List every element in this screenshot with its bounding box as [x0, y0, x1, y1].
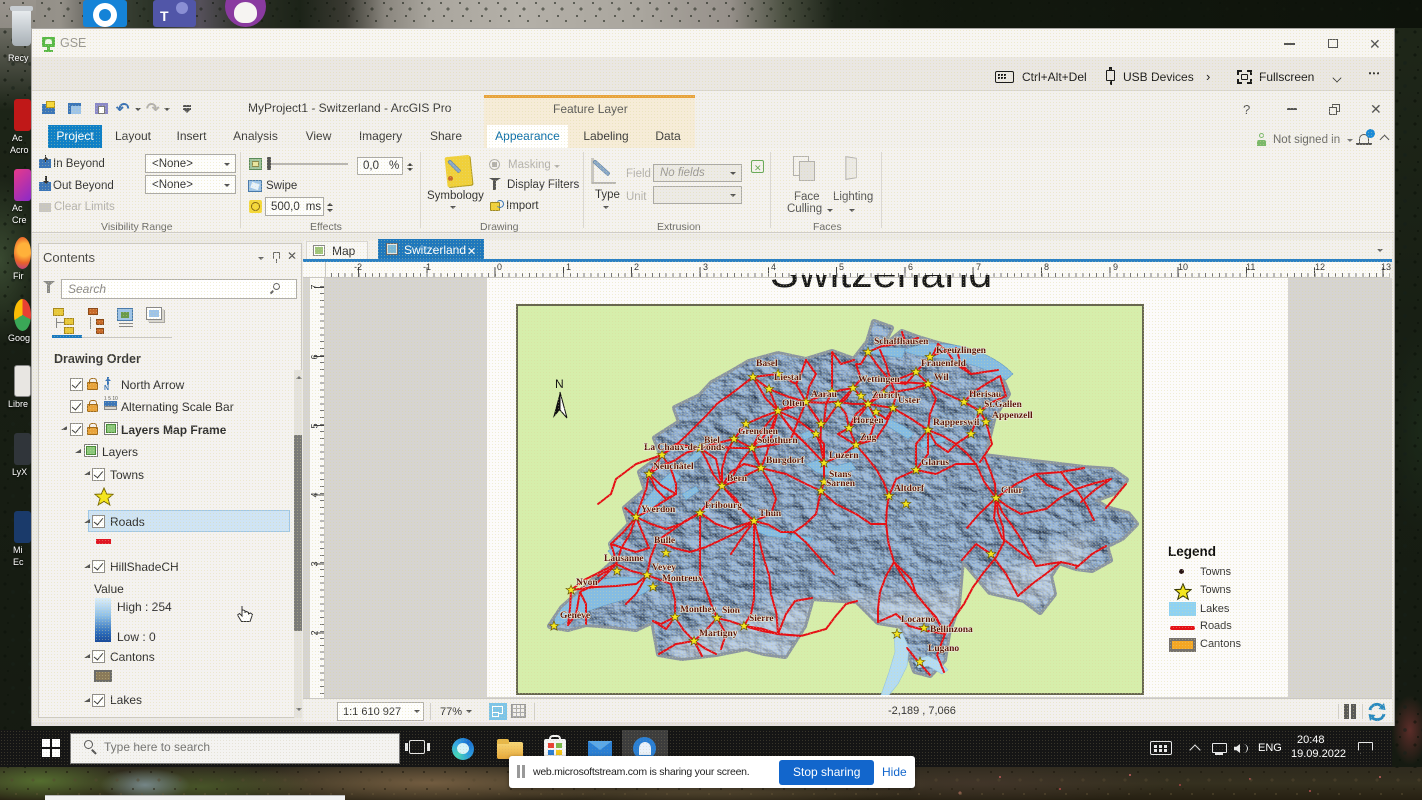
svg-text:Kreuzlingen: Kreuzlingen [936, 346, 987, 356]
svg-text:Vevey: Vevey [652, 563, 676, 573]
svg-text:La Chaux-de-Fonds: La Chaux-de-Fonds [644, 443, 725, 453]
svg-text:Monthey: Monthey [680, 605, 717, 615]
svg-text:N: N [555, 377, 564, 391]
svg-text:Solothurn: Solothurn [757, 436, 798, 446]
svg-text:Wil: Wil [934, 373, 949, 383]
svg-text:Bellinzona: Bellinzona [930, 625, 973, 635]
svg-text:Uster: Uster [898, 396, 921, 406]
svg-text:Locarno: Locarno [901, 615, 936, 625]
svg-text:Sarnen: Sarnen [826, 479, 856, 489]
svg-text:Thun: Thun [759, 509, 782, 519]
svg-text:Chur: Chur [1001, 486, 1023, 496]
svg-text:Wettingen: Wettingen [858, 375, 900, 385]
svg-text:Zug: Zug [860, 433, 877, 443]
svg-text:Aarau: Aarau [811, 390, 838, 400]
svg-text:Appenzell: Appenzell [992, 411, 1033, 421]
svg-text:Neuchâtel: Neuchâtel [653, 462, 694, 472]
svg-text:Liestal: Liestal [774, 373, 802, 383]
svg-text:Genève: Genève [560, 611, 590, 621]
svg-text:Altdorf: Altdorf [894, 484, 925, 494]
svg-text:Luzern: Luzern [829, 451, 859, 461]
svg-text:Burgdorf: Burgdorf [766, 456, 805, 466]
svg-text:Zürich: Zürich [872, 391, 901, 401]
svg-text:Montreux: Montreux [662, 574, 703, 584]
svg-text:Horgen: Horgen [853, 416, 884, 426]
svg-text:Herisau: Herisau [969, 390, 1002, 400]
svg-text:Glarus: Glarus [921, 458, 949, 468]
svg-text:St.Gallen: St.Gallen [984, 400, 1022, 410]
svg-text:Lugano: Lugano [928, 644, 959, 654]
svg-text:Sierre: Sierre [749, 614, 774, 624]
svg-text:Martigny: Martigny [699, 629, 738, 639]
svg-text:Basel: Basel [756, 359, 778, 369]
svg-text:Lausanne: Lausanne [604, 554, 644, 564]
svg-text:Frauenfeld: Frauenfeld [921, 359, 967, 369]
svg-text:Sion: Sion [722, 606, 741, 616]
svg-text:Olten: Olten [782, 399, 805, 409]
svg-text:Rapperswil: Rapperswil [933, 418, 980, 428]
svg-text:Bulle: Bulle [654, 536, 675, 546]
svg-text:Bern: Bern [727, 474, 748, 484]
svg-text:Yverdon: Yverdon [641, 505, 676, 515]
svg-text:Nyon: Nyon [576, 578, 598, 588]
svg-text:Schaffhausen: Schaffhausen [874, 337, 929, 347]
svg-text:Fribourg: Fribourg [705, 501, 742, 511]
